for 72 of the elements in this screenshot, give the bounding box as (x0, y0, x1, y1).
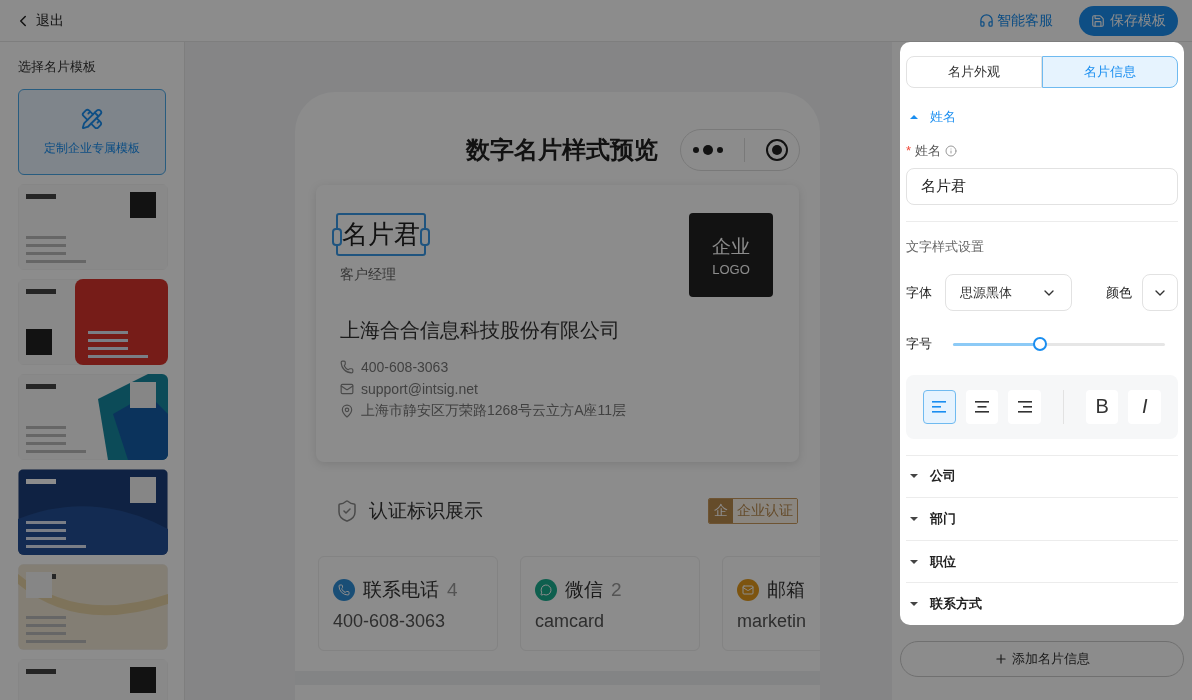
section-header[interactable]: 联系方式 (906, 583, 1178, 625)
font-select[interactable]: 思源黑体 (945, 274, 1073, 312)
tab[interactable]: 名片外观 (906, 56, 1042, 88)
section-header[interactable]: 职位 (906, 540, 1178, 584)
logo-text: LOGO (712, 261, 750, 277)
format-button[interactable] (965, 389, 999, 424)
mail-icon (737, 579, 759, 601)
headset-icon (979, 13, 994, 28)
phone-icon (340, 360, 354, 374)
section-title: 姓名 (930, 107, 956, 126)
caret-down-icon (910, 473, 918, 480)
tab[interactable]: 名片信息 (1042, 56, 1178, 88)
contact-card-title: 联系电话 (363, 578, 439, 602)
section-title: 公司 (930, 467, 956, 486)
contact-count: 4 (447, 579, 458, 601)
format-button[interactable]: B (1085, 389, 1119, 424)
card-position: 客户经理 (340, 266, 397, 284)
phone-icon (333, 579, 355, 601)
save-icon (1091, 13, 1105, 28)
sidebar-title: 选择名片模板 (18, 58, 97, 76)
pencil-ruler-icon (81, 107, 103, 130)
style-title: 文字样式设置 (906, 238, 985, 257)
contact-card[interactable]: 微信 2 camcard (520, 556, 700, 651)
contact-card-value: marketin (737, 611, 807, 632)
field-label: 姓名 (915, 141, 942, 160)
badge-mark: 企 (709, 499, 733, 523)
badge-text: 企业认证 (733, 499, 797, 523)
contact-card-title: 微信 (565, 578, 603, 602)
info-icon (945, 144, 958, 157)
name-field[interactable]: 名片君 (906, 167, 1178, 206)
section-title: 职位 (930, 552, 956, 571)
format-button[interactable]: I (1128, 389, 1161, 424)
section-header[interactable]: 部门 (906, 498, 1178, 541)
contact-card-value: camcard (535, 611, 605, 632)
contact-text: support@intsig.net (361, 381, 478, 397)
section-title: 部门 (930, 510, 956, 528)
mail-icon (340, 382, 354, 396)
section-header[interactable]: 公司 (906, 455, 1178, 499)
more-icon[interactable] (690, 144, 725, 156)
contact-card-value: 400-608-3063 (333, 611, 446, 632)
chat-icon (535, 579, 557, 601)
add-info-button[interactable]: 添加名片信息 (900, 641, 1184, 677)
caret-down-icon (910, 601, 918, 608)
custom-template-label: 定制企业专属模板 (44, 139, 140, 157)
font-label: 字体 (906, 283, 933, 302)
contact-count: 2 (611, 579, 622, 601)
logo-text: 企业 (712, 234, 750, 259)
close-target-icon[interactable] (765, 138, 790, 162)
caret-down-icon (910, 516, 918, 522)
preview-title: 数字名片样式预览 (466, 135, 658, 165)
section-header[interactable]: 姓名 (906, 96, 1178, 138)
certification-title: 认证标识展示 (369, 499, 484, 523)
slider-thumb[interactable] (1032, 337, 1047, 352)
card-company: 上海合合信息科技股份有限公司 (340, 318, 621, 343)
color-select[interactable] (1141, 274, 1178, 312)
shield-icon (335, 499, 359, 523)
contact-text: 上海市静安区万荣路1268号云立方A座11层 (361, 402, 626, 420)
resize-handle[interactable] (420, 227, 430, 246)
contact-card-title: 邮箱 (767, 578, 805, 602)
location-icon (340, 404, 354, 418)
caret-down-icon (910, 558, 918, 565)
contact-text: 400-608-3063 (361, 359, 449, 375)
caret-up-icon (910, 113, 918, 120)
size-label: 字号 (906, 335, 933, 354)
contact-card[interactable]: 联系电话 4 400-608-3063 (318, 556, 498, 651)
required-mark: * (906, 143, 912, 159)
back-link[interactable]: 退出 (14, 11, 64, 30)
plus-icon (994, 652, 1008, 666)
resize-handle[interactable] (332, 227, 342, 246)
color-label: 颜色 (1106, 283, 1134, 302)
format-button[interactable] (1008, 389, 1041, 424)
section-title: 联系方式 (930, 595, 982, 614)
